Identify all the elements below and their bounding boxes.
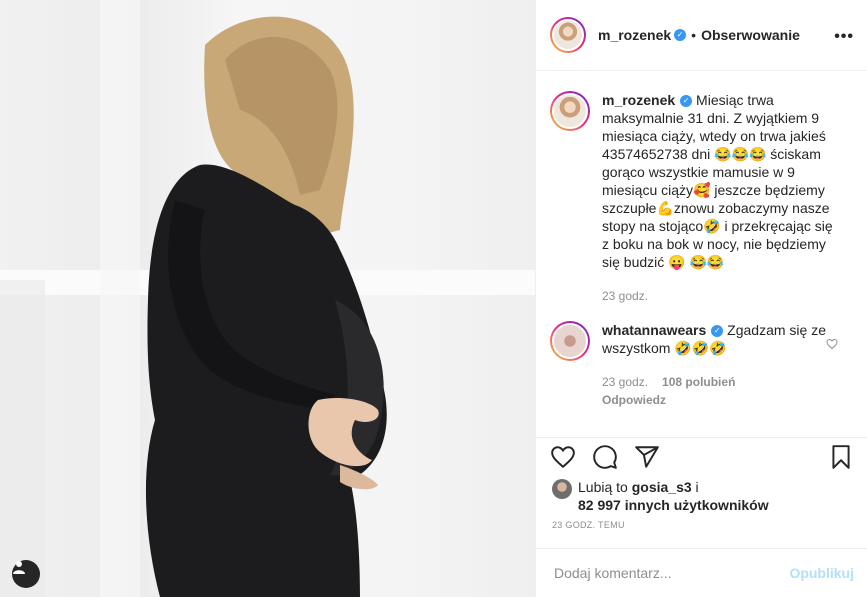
commenter-username[interactable]: whatannawears — [602, 322, 706, 338]
likes-suffix: i — [691, 479, 699, 495]
publish-button[interactable]: Opublikuj — [789, 565, 854, 581]
comment-time[interactable]: 23 godz. — [602, 375, 648, 389]
liker-avatar[interactable] — [552, 479, 572, 499]
caption-avatar[interactable] — [550, 91, 590, 131]
verified-icon: ✓ — [674, 29, 687, 41]
add-comment-bar: Opublikuj — [536, 548, 867, 597]
author-avatar[interactable] — [550, 17, 586, 53]
commenter-avatar[interactable] — [550, 321, 590, 361]
comment-input[interactable] — [552, 564, 790, 582]
following-button[interactable]: Obserwowanie — [701, 27, 800, 43]
caption: m_rozenek ✓ Miesiąc trwa maksymalnie 31 d… — [550, 91, 842, 305]
pregnant-woman-photo — [0, 0, 535, 597]
caption-time[interactable]: 23 godz. — [602, 287, 842, 305]
comment-icon[interactable] — [592, 444, 620, 472]
caption-text: Miesiąc trwa maksymalnie 31 dni. Z wyjąt… — [602, 92, 833, 270]
bookmark-icon[interactable] — [828, 444, 856, 472]
comment-likes[interactable]: 108 polubień — [662, 375, 735, 389]
likes-prefix: Lubią to — [578, 479, 632, 495]
reply-button[interactable]: Odpowiedz — [602, 391, 827, 409]
verified-icon: ✓ — [680, 95, 693, 108]
post-timestamp[interactable]: 23 GODZ. TEMU — [552, 520, 625, 530]
likes-count[interactable]: 82 997 innych użytkowników — [578, 497, 769, 513]
caption-username[interactable]: m_rozenek — [602, 92, 675, 108]
likes-summary: Lubią to gosia_s3 i 82 997 innych użytko… — [552, 478, 769, 514]
comment-like-heart-icon[interactable] — [826, 338, 838, 350]
share-icon[interactable] — [634, 444, 662, 472]
verified-icon: ✓ — [711, 325, 724, 338]
heart-icon[interactable] — [550, 444, 578, 472]
comments-list: m_rozenek ✓ Miesiąc trwa maksymalnie 31 d… — [536, 71, 867, 437]
more-icon[interactable]: ••• — [834, 28, 854, 46]
post-sidebar: m_rozenek ✓ • Obserwowanie ••• m_rozenek… — [535, 0, 867, 597]
action-bar — [536, 437, 867, 469]
post-header: m_rozenek ✓ • Obserwowanie ••• — [536, 0, 867, 71]
separator-dot: • — [691, 27, 697, 43]
user-icon — [13, 561, 25, 574]
author-username[interactable]: m_rozenek — [598, 27, 671, 43]
post-image[interactable] — [0, 0, 535, 597]
user-tag-button[interactable] — [12, 560, 40, 588]
comment-item: whatannawears ✓ Zgadzam się ze wszystkom … — [550, 321, 827, 409]
liker-username[interactable]: gosia_s3 — [632, 479, 692, 495]
